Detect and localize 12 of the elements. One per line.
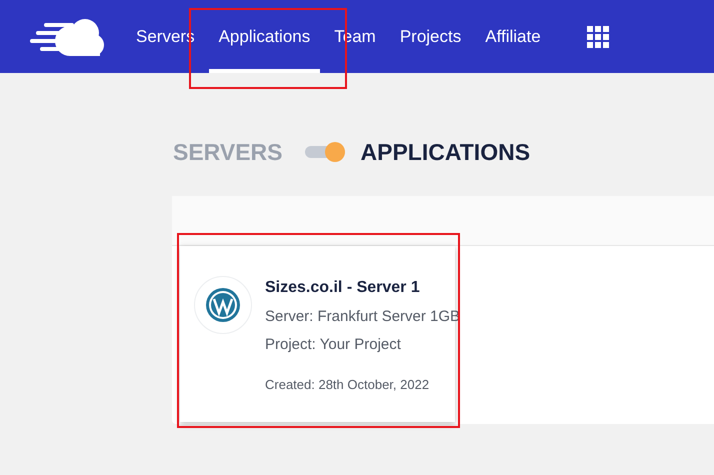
applications-label: APPLICATIONS: [360, 138, 530, 167]
nav-tab[interactable]: Projects: [390, 0, 472, 73]
application-name: Sizes.co.il - Server 1: [265, 278, 421, 298]
nav-tab[interactable]: Affiliate: [475, 0, 551, 73]
servers-label: SERVERS: [173, 138, 283, 167]
wordpress-logo-icon: [194, 276, 252, 334]
apps-grid-icon[interactable]: [586, 26, 609, 48]
created-date: Created: 28th October, 2022: [265, 376, 430, 394]
nav-tab[interactable]: Applications: [208, 0, 320, 73]
project-info: Project: Your Project: [265, 335, 402, 355]
cloud-logo-icon[interactable]: [30, 16, 106, 56]
view-toggle[interactable]: [304, 142, 345, 162]
